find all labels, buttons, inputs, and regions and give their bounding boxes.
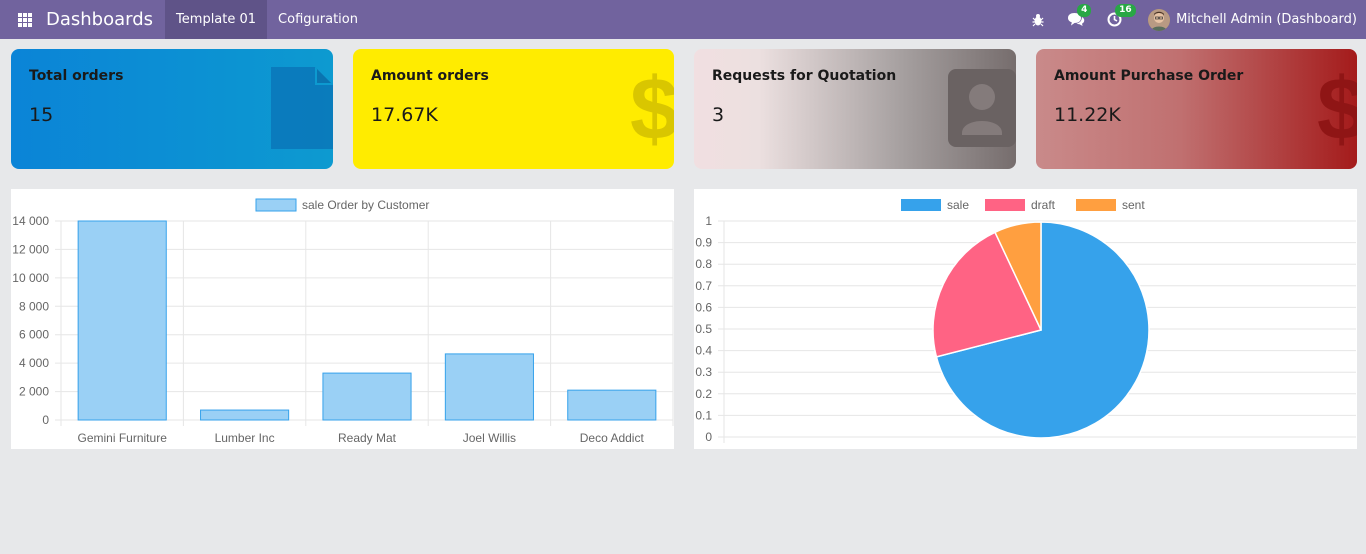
pie-chart-panel: sale draft sent 0 0.1 0.2 0.3 0.4 0.5 0.6 0.7 0.8 0… (694, 189, 1357, 449)
debug-bug-icon[interactable] (1028, 10, 1048, 30)
bar[interactable] (77, 220, 167, 421)
y-tick-label: 0.9 (695, 236, 712, 250)
document-icon (271, 67, 333, 154)
kpi-card-total-orders[interactable]: Total orders 15 (11, 49, 333, 169)
bar[interactable] (322, 372, 412, 421)
y-tick-label: 0.4 (695, 344, 712, 358)
activity-clock-icon[interactable]: 16 (1104, 3, 1136, 30)
x-tick-label: Ready Mat (338, 431, 397, 445)
legend-swatch[interactable] (901, 199, 941, 211)
x-tick-label: Deco Addict (580, 431, 645, 445)
chat-count-badge: 4 (1077, 3, 1092, 17)
kpi-value: 15 (29, 104, 54, 126)
menu-template-01[interactable]: Template 01 (165, 0, 268, 39)
legend-swatch[interactable] (985, 199, 1025, 211)
y-tick-label: 12 000 (12, 242, 49, 256)
kpi-value: 11.22K (1054, 104, 1121, 126)
y-tick-label: 4 000 (19, 356, 49, 370)
y-tick-label: 10 000 (12, 271, 49, 285)
y-tick-label: 0.7 (695, 279, 712, 293)
kpi-card-requests-for-quotation[interactable]: Requests for Quotation 3 (694, 49, 1016, 169)
chat-icon[interactable]: 4 (1066, 3, 1092, 30)
y-tick-label: 0 (705, 430, 712, 444)
bar[interactable] (567, 389, 657, 421)
y-tick-label: 0.8 (695, 257, 712, 271)
kpi-title: Requests for Quotation (712, 68, 897, 84)
pie-chart: sale draft sent 0 0.1 0.2 0.3 0.4 0.5 0.6 0.7 0.8 0… (695, 198, 1356, 444)
y-tick-label: 1 (705, 214, 712, 228)
kpi-card-amount-purchase-order[interactable]: Amount Purchase Order 11.22K $ (1036, 49, 1357, 169)
kpi-title: Amount Purchase Order (1054, 68, 1244, 84)
user-icon (948, 69, 1016, 152)
kpi-card-amount-orders[interactable]: Amount orders 17.67K $ (353, 49, 674, 169)
x-tick-label: Lumber Inc (215, 431, 275, 445)
y-tick-label: 0 (42, 413, 49, 427)
legend-label[interactable]: sent (1122, 198, 1145, 212)
y-tick-label: 0.2 (695, 387, 712, 401)
y-tick-label: 0.5 (695, 322, 712, 336)
bar[interactable] (444, 353, 534, 421)
kpi-title: Total orders (29, 68, 124, 84)
apps-menu-icon[interactable] (18, 12, 32, 27)
user-menu[interactable]: Mitchell Admin (Dashboard) (1176, 12, 1357, 27)
user-avatar[interactable] (1148, 8, 1171, 31)
y-tick-label: 2 000 (19, 385, 49, 399)
kpi-value: 3 (712, 104, 725, 126)
legend-label[interactable]: sale (947, 198, 969, 212)
svg-text:$: $ (1317, 61, 1357, 153)
top-navbar: Dashboards Template 01 Cofiguration 4 16… (0, 0, 1366, 39)
bar-chart: sale Order by Customer 0 2 000 4 000 6 000 8… (12, 198, 674, 445)
y-tick-label: 8 000 (19, 299, 49, 313)
kpi-title: Amount orders (371, 68, 489, 84)
legend-label[interactable]: draft (1031, 198, 1056, 212)
systray: 4 16 Mitchell Admin (Dashboard) (1010, 0, 1366, 39)
x-tick-label: Gemini Furniture (78, 431, 168, 445)
legend-swatch[interactable] (255, 198, 297, 212)
y-tick-label: 14 000 (12, 214, 49, 228)
y-tick-label: 0.6 (695, 300, 712, 314)
app-brand[interactable]: Dashboards (46, 9, 153, 30)
bar[interactable] (200, 409, 290, 421)
menu-configuration[interactable]: Cofiguration (267, 0, 369, 39)
x-tick-label: Joel Willis (463, 431, 516, 445)
y-tick-label: 6 000 (19, 328, 49, 342)
dollar-icon: $ (1317, 59, 1357, 158)
y-tick-label: 0.3 (695, 365, 712, 379)
legend-label[interactable]: sale Order by Customer (302, 198, 429, 212)
legend-swatch[interactable] (1076, 199, 1116, 211)
svg-text:$: $ (630, 61, 674, 153)
activity-count-badge: 16 (1115, 3, 1136, 17)
bar-chart-panel: sale Order by Customer 0 2 000 4 000 6 000 8… (11, 189, 674, 449)
kpi-value: 17.67K (371, 104, 438, 126)
dollar-icon: $ (630, 59, 674, 158)
y-tick-label: 0.1 (695, 408, 712, 422)
